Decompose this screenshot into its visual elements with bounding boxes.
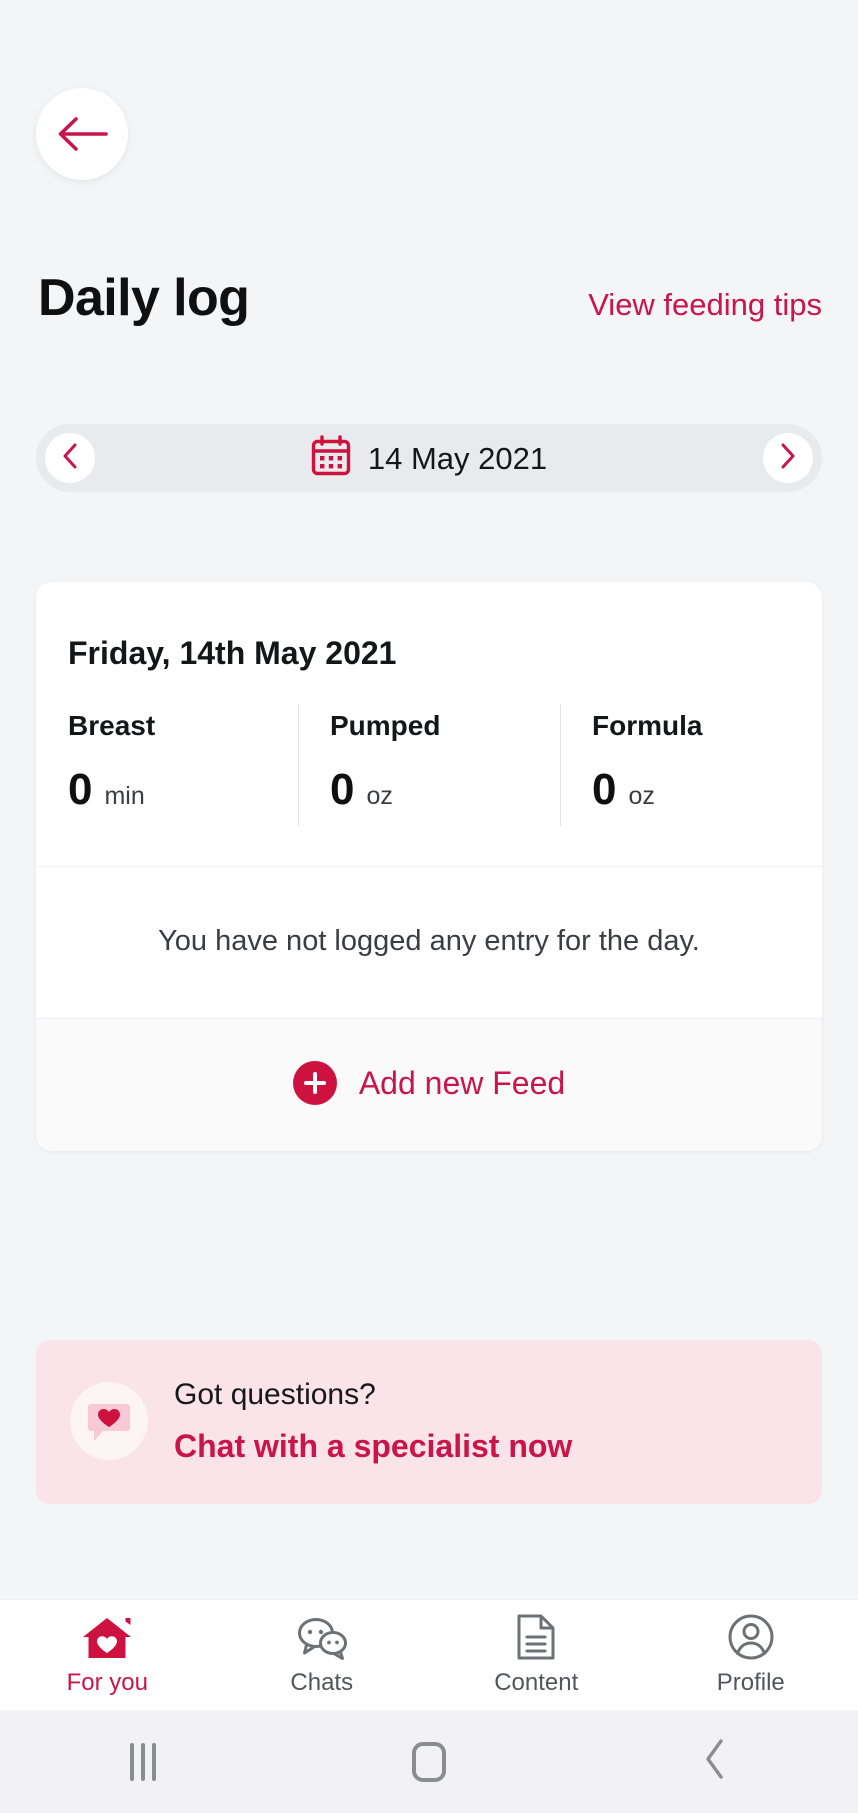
date-selector: 14 May 2021 — [36, 424, 822, 492]
arrow-left-icon — [55, 114, 109, 154]
daily-log-card: Friday, 14th May 2021 Breast 0 min Pumpe… — [36, 582, 822, 1151]
tab-profile[interactable]: Profile — [644, 1614, 858, 1696]
stat-label: Pumped — [330, 710, 441, 742]
chat-banner-question: Got questions? — [174, 1378, 376, 1411]
home-square-icon — [412, 1741, 446, 1782]
recents-icon — [130, 1742, 156, 1781]
stat-value: 0 — [68, 765, 93, 815]
tab-content[interactable]: Content — [429, 1614, 644, 1696]
feed-stats-row: Breast 0 min Pumped 0 oz Formula 0 oz — [36, 672, 822, 866]
bottom-tab-bar: For you Chats Content Profile — [0, 1599, 858, 1710]
stat-pumped: Pumped 0 oz — [298, 704, 560, 827]
stat-label: Breast — [68, 710, 156, 742]
tab-chats[interactable]: Chats — [215, 1615, 430, 1695]
plus-circle-icon — [292, 1060, 337, 1105]
stat-unit: oz — [366, 782, 393, 811]
page-title: Daily log — [38, 269, 250, 327]
stat-value: 0 — [592, 765, 617, 815]
tab-for-you[interactable]: For you — [0, 1615, 215, 1695]
next-day-button[interactable] — [763, 433, 813, 483]
document-icon — [515, 1614, 557, 1661]
stat-value-row: 0 oz — [592, 768, 822, 812]
chat-banner-cta: Chat with a specialist now — [174, 1428, 573, 1464]
chat-bubbles-icon — [295, 1615, 349, 1661]
card-date-heading: Friday, 14th May 2021 — [68, 635, 397, 671]
view-feeding-tips-link[interactable]: View feeding tips — [588, 289, 822, 320]
tab-label: For you — [66, 1669, 148, 1696]
stat-value-row: 0 oz — [330, 768, 560, 812]
add-new-feed-label: Add new Feed — [358, 1064, 566, 1101]
app-screen: Daily log View feeding tips 14 May 2021 … — [0, 0, 858, 1813]
selected-date-label: 14 May 2021 — [367, 440, 548, 476]
tab-label: Chats — [290, 1669, 354, 1696]
empty-state-message: You have not logged any entry for the da… — [36, 866, 822, 1017]
chat-heart-icon — [70, 1382, 148, 1460]
stat-formula: Formula 0 oz — [560, 704, 822, 827]
page-header: Daily log View feeding tips — [0, 272, 858, 324]
stat-label: Formula — [592, 710, 703, 742]
stat-unit: oz — [628, 782, 655, 811]
scroll-content: Daily log View feeding tips 14 May 2021 … — [0, 0, 858, 1599]
stat-value-row: 0 min — [68, 768, 298, 812]
home-heart-icon — [81, 1615, 133, 1661]
stat-unit: min — [104, 782, 145, 811]
chat-banner-texts: Got questions? Chat with a specialist no… — [174, 1378, 573, 1464]
date-display[interactable]: 14 May 2021 — [95, 434, 763, 482]
calendar-icon — [311, 434, 351, 482]
add-new-feed-button[interactable]: Add new Feed — [36, 1017, 822, 1151]
chevron-right-icon — [780, 443, 796, 474]
stat-value: 0 — [330, 765, 355, 815]
previous-day-button[interactable] — [45, 433, 95, 483]
chat-specialist-banner[interactable]: Got questions? Chat with a specialist no… — [36, 1340, 822, 1504]
chevron-left-icon — [62, 443, 78, 474]
android-system-nav-bar — [0, 1710, 858, 1813]
system-recents-button[interactable] — [0, 1742, 286, 1781]
system-back-button[interactable] — [572, 1738, 858, 1785]
system-home-button[interactable] — [286, 1741, 572, 1782]
user-circle-icon — [727, 1614, 775, 1661]
tab-label: Profile — [716, 1669, 785, 1696]
stat-breast: Breast 0 min — [36, 712, 298, 812]
back-chevron-icon — [703, 1738, 727, 1785]
back-button[interactable] — [36, 88, 128, 180]
tab-label: Content — [494, 1669, 579, 1696]
